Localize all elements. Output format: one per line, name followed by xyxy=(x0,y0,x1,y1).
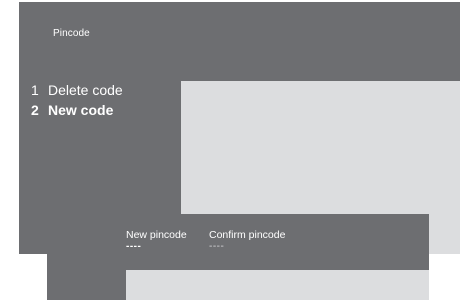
menu-title: Pincode xyxy=(53,28,90,39)
menu-item-label: Delete code xyxy=(48,82,123,98)
tv-menu-screen: Pincode 1 Delete code 2 New code New pin… xyxy=(0,0,460,300)
new-pincode-label: New pincode xyxy=(126,229,187,241)
confirm-pincode-value: ---- xyxy=(209,241,225,252)
menu-item-number: 1 xyxy=(31,82,39,98)
menu-item-number: 2 xyxy=(31,102,39,118)
menu-item-delete-code[interactable]: 1 Delete code xyxy=(31,80,123,100)
new-pincode-value: ---- xyxy=(126,241,142,252)
dialog-content-area xyxy=(126,270,429,300)
menu-list: 1 Delete code 2 New code xyxy=(31,80,123,120)
menu-item-new-code[interactable]: 2 New code xyxy=(31,100,123,120)
new-pincode-field[interactable]: New pincode ---- xyxy=(126,228,187,252)
menu-item-label: New code xyxy=(48,102,114,118)
new-pincode-dialog: New pincode ---- Confirm pincode ---- xyxy=(47,214,429,300)
confirm-pincode-label: Confirm pincode xyxy=(209,229,286,241)
confirm-pincode-field[interactable]: Confirm pincode ---- xyxy=(209,228,286,252)
